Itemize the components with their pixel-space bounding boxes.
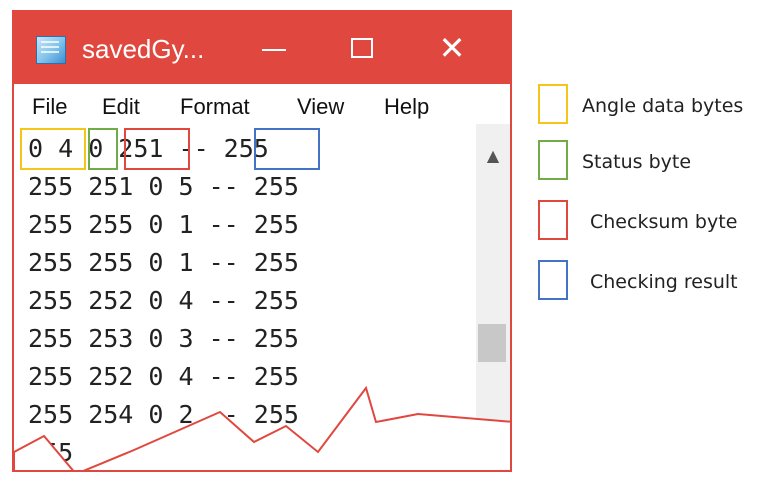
legend-swatch-angle bbox=[538, 84, 568, 124]
torn-edge-overlay bbox=[14, 385, 510, 470]
notepad-window: savedGy... ✕ File Edit Format View Help … bbox=[12, 10, 512, 472]
legend-label-status: Status byte bbox=[582, 151, 692, 173]
legend-swatch-result bbox=[538, 260, 568, 300]
torn-edge-shape bbox=[14, 385, 510, 470]
legend-swatch-status bbox=[538, 140, 568, 180]
legend-label-angle: Angle data bytes bbox=[582, 95, 744, 117]
legend-label-result: Checking result bbox=[590, 271, 738, 293]
legend-swatch-checksum bbox=[538, 200, 568, 240]
legend-label-checksum: Checksum byte bbox=[590, 211, 738, 233]
